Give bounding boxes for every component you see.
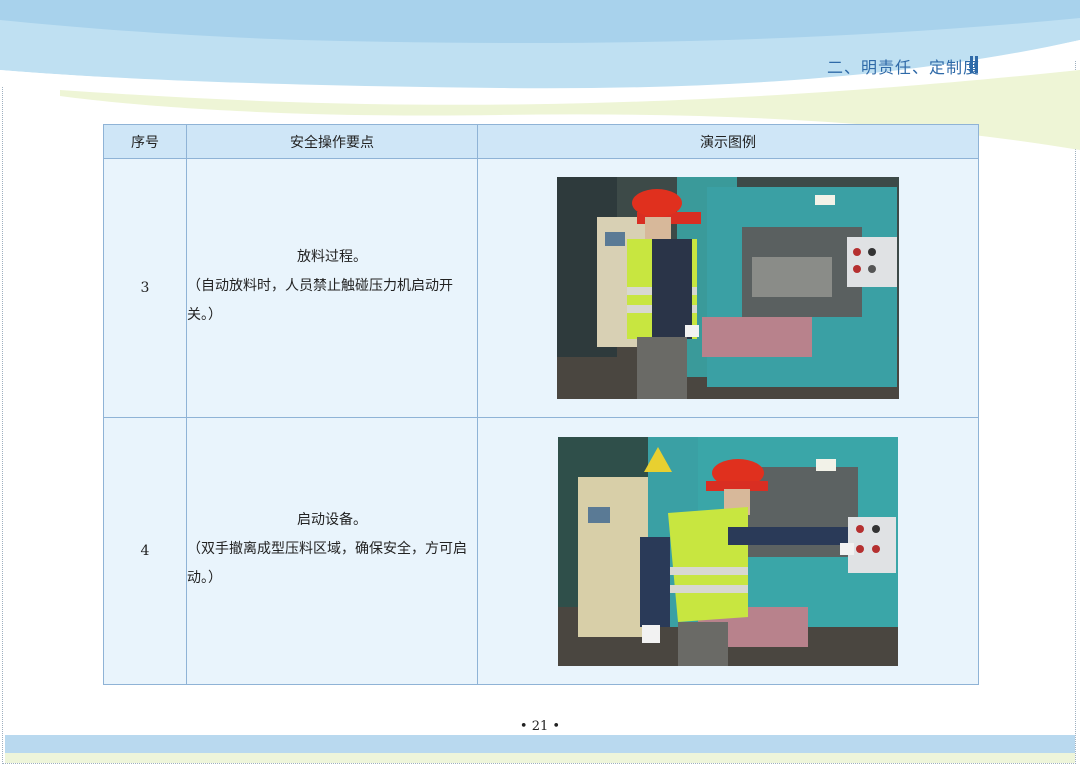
column-header-operation-points: 安全操作要点 xyxy=(186,124,478,159)
column-header-number: 序号 xyxy=(103,124,187,159)
row-illustration xyxy=(477,417,979,685)
worker-pressing-start-button-photo xyxy=(558,436,898,666)
row-number: 3 xyxy=(103,158,187,418)
step-note: （自动放料时，人员禁止触碰压力机启动开关。） xyxy=(187,278,453,323)
step-title: 启动设备。 xyxy=(297,512,367,528)
row-number: 4 xyxy=(103,417,187,685)
section-title: 二、明责任、定制度 xyxy=(826,58,980,77)
row-description: 启动设备。 （双手撤离成型压料区域，确保安全，方可启动。） xyxy=(186,417,478,685)
step-title: 放料过程。 xyxy=(297,249,367,265)
section-marker-icon xyxy=(969,56,979,73)
column-header-illustration: 演示图例 xyxy=(477,124,979,159)
table-header-row: 序号 安全操作要点 演示图例 xyxy=(103,124,979,159)
safety-operation-table: 序号 安全操作要点 演示图例 3 放料过程。 （自动放料时，人员禁止触碰压力机启… xyxy=(103,124,979,685)
table-row: 4 启动设备。 （双手撤离成型压料区域，确保安全，方可启动。） xyxy=(103,417,979,685)
page-number: • 21 • xyxy=(519,719,561,734)
row-description: 放料过程。 （自动放料时，人员禁止触碰压力机启动开关。） xyxy=(186,158,478,418)
table-row: 3 放料过程。 （自动放料时，人员禁止触碰压力机启动开关。） xyxy=(103,158,979,418)
footer-band-secondary xyxy=(5,753,1075,763)
worker-beside-press-photo xyxy=(557,177,899,399)
step-note: （双手撤离成型压料区域，确保安全，方可启动。） xyxy=(187,541,467,586)
row-illustration xyxy=(477,158,979,418)
footer-band xyxy=(5,735,1075,753)
